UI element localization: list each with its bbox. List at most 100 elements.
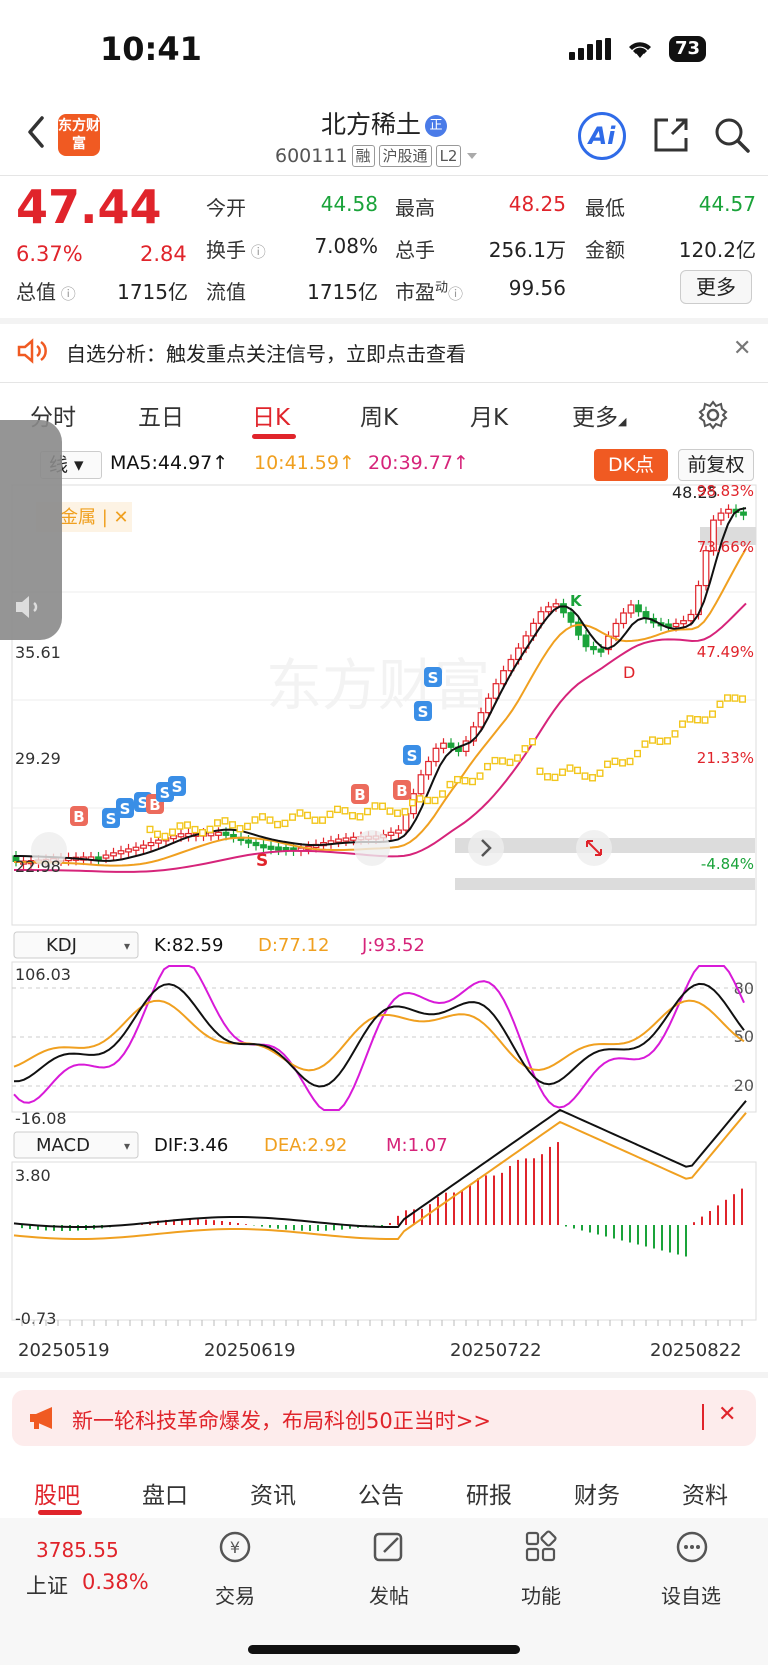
index-value[interactable]: 3785.55 [36,1538,119,1562]
volume-mark [439,790,447,798]
overlay-tag[interactable]: 金属 | ✕ [60,507,129,528]
footer-functions[interactable]: 功能 [496,1580,586,1609]
volume-mark [281,819,289,828]
more-button[interactable]: 更多 [680,270,752,304]
info-icon[interactable]: ⓘ [448,285,463,303]
dk-point-button[interactable]: DK点 [594,449,668,481]
stock-code-row[interactable]: 600111 融 沪股通 L2 [275,145,479,167]
volume-mark [191,825,199,834]
info-icon[interactable]: ⓘ [56,285,76,303]
macd-select-label: MACD [36,1135,90,1156]
tab-profile[interactable]: 资料 [682,1476,728,1510]
candle [635,604,642,613]
volume-mark [296,809,304,817]
signal-markers: S S S B B B S S S B S S K D S [70,592,635,871]
candle [395,829,402,834]
volume-mark [416,795,424,803]
post-edit-icon[interactable] [372,1530,406,1564]
volume-mark [236,825,244,833]
kdj-d: D:77.12 [258,935,329,956]
candle [447,742,455,748]
tab-daily-k[interactable]: 日K [252,398,290,432]
footer-add-watchlist[interactable]: 设自选 [646,1580,736,1609]
kdj-top-label: 106.03 [15,965,71,984]
tab-announcements[interactable]: 公告 [358,1476,404,1510]
kdj-select-label: KDJ [46,935,77,956]
add-watchlist-icon[interactable] [675,1530,709,1564]
index-name[interactable]: 上证 [26,1570,68,1600]
volume-mark [694,716,702,724]
high-value: 48.25 [508,192,566,216]
volume-mark [446,780,454,789]
notice-text[interactable]: 自选分析：触发重点关注信号，立即点击查看 [66,338,466,367]
date-label: 20250722 [450,1340,542,1360]
index-pct[interactable]: 0.38% [82,1570,149,1594]
zoom-out-icon[interactable] [354,830,390,866]
wifi-icon [628,42,651,58]
stock-chart[interactable]: 东方财富 S S S B B B S S S B S S K D S 金属 | … [0,480,768,1360]
tab-monthly-k[interactable]: 月K [470,398,508,432]
svg-text:S: S [418,703,429,721]
candle [267,845,275,850]
current-price: 47.44 [16,180,162,234]
settings-gear-icon[interactable] [698,400,728,430]
tab-news[interactable]: 资讯 [250,1476,296,1510]
close-icon[interactable]: ✕ [733,336,751,361]
ma20-text: 20:39.77 [368,452,453,474]
tab-forum[interactable]: 股吧 [34,1476,80,1510]
candle [117,850,125,855]
volume-mark [709,710,717,718]
promo-text[interactable]: 新一轮科技革命爆发，布局科创50正当时>> [72,1405,491,1435]
tab-weekly-k[interactable]: 周K [360,398,398,432]
divider [0,175,768,176]
footer-post[interactable]: 发帖 [344,1580,434,1609]
bottom-tab-indicator [38,1510,82,1515]
tab-orderbook[interactable]: 盘口 [142,1476,188,1510]
volume-mark [401,808,409,816]
trade-icon[interactable]: ¥ [218,1530,252,1564]
ai-button[interactable]: Ai [578,112,626,160]
kdj-k: K:82.59 [154,935,223,956]
tab-more[interactable]: 更多◢ [572,398,626,432]
tab-financials[interactable]: 财务 [574,1476,620,1510]
kdj-k-line [13,982,745,1088]
volume-mark [649,736,657,744]
tab-research[interactable]: 研报 [466,1476,512,1510]
watermark: 东方财富 [266,654,490,719]
battery-icon: 73 [668,36,706,62]
candle [155,839,162,844]
support-zone [455,878,755,890]
footer-trade[interactable]: 交易 [190,1580,280,1609]
macd-dif-line [13,1100,747,1228]
share-icon[interactable] [652,116,690,154]
volume-mute-icon[interactable] [14,594,44,620]
candle [597,648,605,653]
volume-mark [221,817,229,825]
date-label: 20250619 [204,1340,296,1360]
tag-l2: L2 [435,145,462,167]
candle [335,838,342,843]
volume-mark [679,720,687,728]
date-label: 20250822 [650,1340,742,1360]
volume-mark [559,768,567,776]
volume-mark [499,757,507,765]
volume-mark [198,829,206,837]
tab-five-day[interactable]: 五日 [138,398,184,432]
svg-text:¥: ¥ [230,1538,240,1557]
candle [147,841,155,847]
volume-mark [686,715,694,723]
scroll-right-icon[interactable] [468,830,504,866]
volume-mark [168,828,176,836]
svg-text:S: S [172,778,183,796]
price-adjust-button[interactable]: 前复权 [678,449,754,481]
svg-text:S: S [407,747,418,765]
promo-close-icon[interactable]: ✕ [718,1402,736,1427]
volume-mark [469,777,477,786]
volume-mark [319,816,327,824]
pct-axis-label: 21.33% [697,749,754,767]
search-icon[interactable] [713,116,751,154]
promo-separator [702,1404,704,1430]
info-icon[interactable]: ⓘ [246,243,266,261]
functions-grid-icon[interactable] [524,1530,558,1564]
kdj-j: J:93.52 [361,935,425,956]
